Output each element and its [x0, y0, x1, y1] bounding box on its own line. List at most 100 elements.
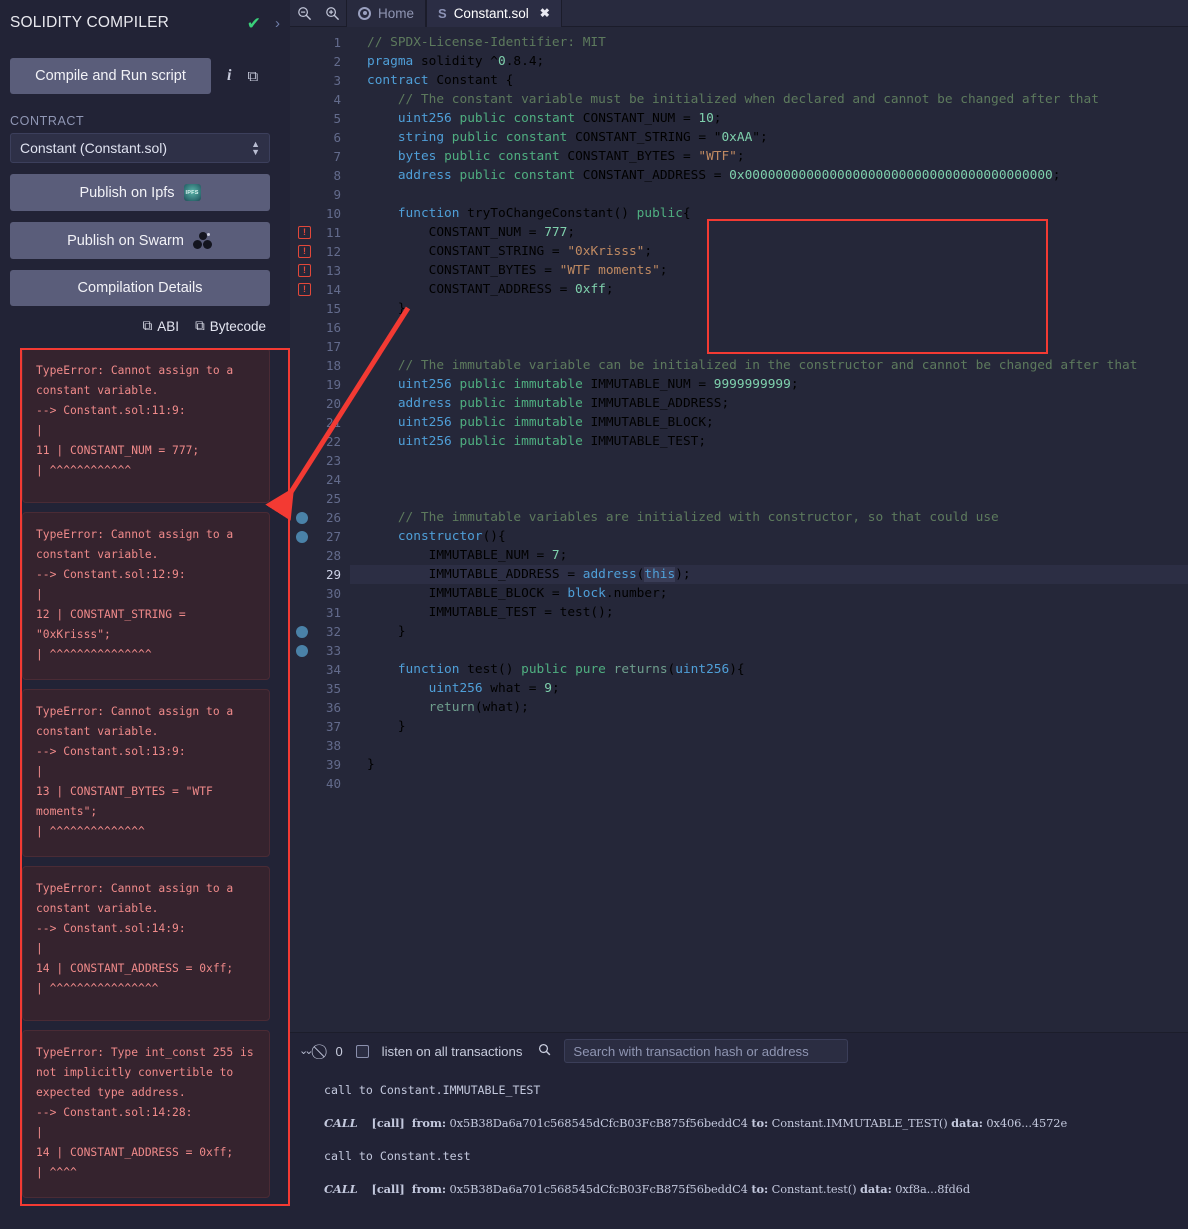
code-line-18[interactable]: // The immutable variable can be initial…: [350, 356, 1188, 375]
code-line-38[interactable]: [350, 736, 1188, 755]
breakpoint-dot-icon[interactable]: [296, 531, 308, 543]
compiler-error-card[interactable]: TypeError: Type int_const 255 is not imp…: [22, 1030, 270, 1198]
error-marker-icon[interactable]: !: [298, 283, 311, 296]
gutter-line-12: !12: [290, 242, 350, 261]
contract-select[interactable]: Constant (Constant.sol) ▲▼: [10, 133, 270, 163]
code-line-5[interactable]: uint256 public constant CONSTANT_NUM = 1…: [350, 109, 1188, 128]
code-line-40[interactable]: [350, 774, 1188, 793]
code-line-22[interactable]: uint256 public immutable IMMUTABLE_TEST;: [350, 432, 1188, 451]
info-icon[interactable]: i: [227, 68, 231, 84]
code-line-25[interactable]: [350, 489, 1188, 508]
call-tag: CALL: [324, 1182, 358, 1196]
compilation-details-button[interactable]: Compilation Details: [10, 270, 270, 306]
code-line-7[interactable]: bytes public constant CONSTANT_BYTES = "…: [350, 147, 1188, 166]
code-line-16[interactable]: [350, 318, 1188, 337]
remix-ide-window: SOLIDITY COMPILER ✔ › Compile and Run sc…: [0, 0, 1188, 1229]
data-label: data:: [860, 1182, 892, 1196]
code-line-10[interactable]: function tryToChangeConstant() public{: [350, 204, 1188, 223]
compiler-error-card[interactable]: TypeError: Cannot assign to a constant v…: [22, 348, 270, 503]
close-icon[interactable]: ✖: [540, 6, 550, 20]
gutter-line-40: 40: [290, 774, 350, 793]
code-line-2[interactable]: pragma solidity ^0.8.4;: [350, 52, 1188, 71]
code-line-30[interactable]: IMMUTABLE_BLOCK = block.number;: [350, 584, 1188, 603]
chevron-right-icon[interactable]: ›: [275, 16, 280, 31]
call-kind: [call]: [372, 1182, 405, 1196]
zoom-in-icon[interactable]: [318, 0, 346, 27]
editor-code-area[interactable]: // SPDX-License-Identifier: MITpragma so…: [350, 27, 1188, 1032]
code-line-34[interactable]: function test() public pure returns(uint…: [350, 660, 1188, 679]
publish-on-ipfs-button[interactable]: Publish on Ipfs IPFS: [10, 174, 270, 211]
code-line-37[interactable]: }: [350, 717, 1188, 736]
zoom-out-icon[interactable]: [290, 0, 318, 27]
terminal-call-entry[interactable]: CALL[call] from: 0x5B38Da6a701c568545dCf…: [324, 1171, 1188, 1207]
tab-constant-sol-label: Constant.sol: [454, 6, 529, 21]
data-label: data:: [951, 1116, 983, 1130]
code-line-24[interactable]: [350, 470, 1188, 489]
code-line-21[interactable]: uint256 public immutable IMMUTABLE_BLOCK…: [350, 413, 1188, 432]
from-address: 0x5B38Da6a701c568545dCfcB03FcB875f56bedd…: [450, 1116, 748, 1130]
copy-bytecode-button[interactable]: ⧉ Bytecode: [195, 318, 266, 334]
from-label: from:: [412, 1182, 446, 1196]
editor-tab-bar: Home S Constant.sol ✖: [290, 0, 1188, 27]
code-line-9[interactable]: [350, 185, 1188, 204]
gutter-line-24: 24: [290, 470, 350, 489]
code-line-32[interactable]: }: [350, 622, 1188, 641]
compiler-error-card[interactable]: TypeError: Cannot assign to a constant v…: [22, 866, 270, 1021]
code-line-8[interactable]: address public constant CONSTANT_ADDRESS…: [350, 166, 1188, 185]
page-title: SOLIDITY COMPILER: [10, 14, 247, 32]
breakpoint-dot-icon[interactable]: [296, 626, 308, 638]
code-line-36[interactable]: return(what);: [350, 698, 1188, 717]
listen-all-transactions-checkbox[interactable]: [356, 1045, 369, 1058]
terminal-call-entry[interactable]: CALL[call] from: 0x5B38Da6a701c568545dCf…: [324, 1105, 1188, 1141]
code-line-19[interactable]: uint256 public immutable IMMUTABLE_NUM =…: [350, 375, 1188, 394]
code-line-4[interactable]: // The constant variable must be initial…: [350, 90, 1188, 109]
code-line-11[interactable]: CONSTANT_NUM = 777;: [350, 223, 1188, 242]
gutter-line-11: !11: [290, 223, 350, 242]
copy-abi-button[interactable]: ⧉ ABI: [143, 318, 179, 334]
error-marker-icon[interactable]: !: [298, 226, 311, 239]
code-line-1[interactable]: // SPDX-License-Identifier: MIT: [350, 33, 1188, 52]
copy-icon: ⧉: [195, 318, 205, 334]
main-area: Home S Constant.sol ✖ 12345678910!11!12!…: [290, 0, 1188, 1229]
terminal-output: call to Constant.IMMUTABLE_TESTCALL[call…: [290, 1069, 1188, 1229]
gutter-line-7: 7: [290, 147, 350, 166]
code-line-29[interactable]: IMMUTABLE_ADDRESS = address(this);: [350, 565, 1188, 584]
contract-select-value: Constant (Constant.sol): [11, 140, 167, 156]
code-line-26[interactable]: // The immutable variables are initializ…: [350, 508, 1188, 527]
error-marker-icon[interactable]: !: [298, 264, 311, 277]
breakpoint-dot-icon[interactable]: [296, 512, 308, 524]
compiler-error-card[interactable]: TypeError: Cannot assign to a constant v…: [22, 689, 270, 857]
error-marker-icon[interactable]: !: [298, 245, 311, 258]
code-line-13[interactable]: CONSTANT_BYTES = "WTF moments";: [350, 261, 1188, 280]
code-line-23[interactable]: [350, 451, 1188, 470]
breakpoint-dot-icon[interactable]: [296, 645, 308, 657]
code-line-33[interactable]: [350, 641, 1188, 660]
tab-home[interactable]: Home: [346, 0, 426, 27]
transaction-search-input[interactable]: [564, 1039, 848, 1063]
compiler-error-card[interactable]: TypeError: Cannot assign to a constant v…: [22, 512, 270, 680]
code-line-28[interactable]: IMMUTABLE_NUM = 7;: [350, 546, 1188, 565]
code-line-39[interactable]: }: [350, 755, 1188, 774]
code-line-27[interactable]: constructor(){: [350, 527, 1188, 546]
publish-on-swarm-button[interactable]: Publish on Swarm: [10, 222, 270, 259]
code-line-17[interactable]: [350, 337, 1188, 356]
gutter-line-35: 35: [290, 679, 350, 698]
contract-label: CONTRACT: [10, 114, 280, 128]
code-line-31[interactable]: IMMUTABLE_TEST = test();: [350, 603, 1188, 622]
gutter-line-10: 10: [290, 204, 350, 223]
code-line-35[interactable]: uint256 what = 9;: [350, 679, 1188, 698]
tab-constant-sol[interactable]: S Constant.sol ✖: [426, 0, 562, 27]
code-line-3[interactable]: contract Constant {: [350, 71, 1188, 90]
code-editor[interactable]: 12345678910!11!12!13!1415161718192021222…: [290, 27, 1188, 1032]
code-line-15[interactable]: }: [350, 299, 1188, 318]
compile-and-run-button[interactable]: Compile and Run script: [10, 58, 211, 94]
code-line-14[interactable]: CONSTANT_ADDRESS = 0xff;: [350, 280, 1188, 299]
code-line-20[interactable]: address public immutable IMMUTABLE_ADDRE…: [350, 394, 1188, 413]
copy-icon[interactable]: ⧉: [247, 69, 258, 84]
terminal-log-line: call to Constant.IMMUTABLE_TEST: [324, 1075, 1188, 1105]
pending-count: 0: [335, 1044, 342, 1059]
code-line-6[interactable]: string public constant CONSTANT_STRING =…: [350, 128, 1188, 147]
from-label: from:: [412, 1116, 446, 1130]
collapse-terminal-icon[interactable]: ⌄⌄: [299, 1046, 309, 1057]
code-line-12[interactable]: CONSTANT_STRING = "0xKrisss";: [350, 242, 1188, 261]
